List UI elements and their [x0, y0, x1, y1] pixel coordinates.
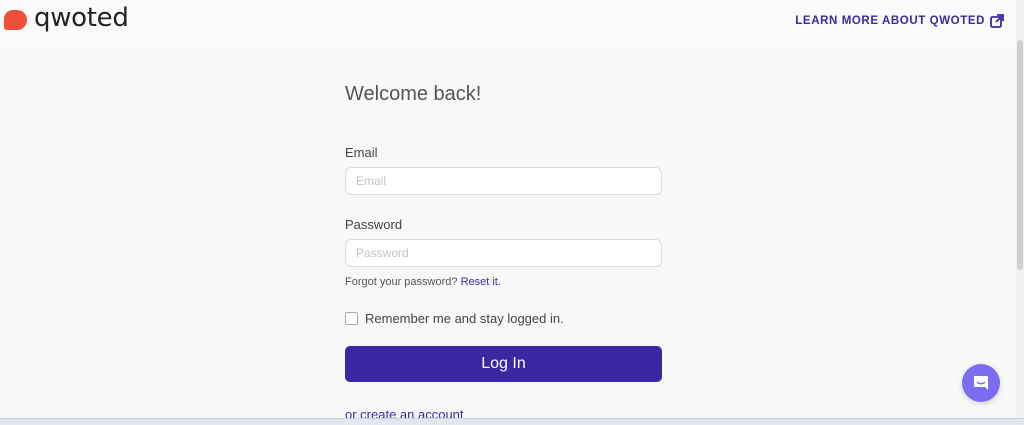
login-button[interactable]: Log In [345, 346, 662, 382]
login-form: Welcome back! Email Password Forgot your… [345, 80, 662, 422]
email-label: Email [345, 145, 378, 160]
logo-text: qwoted [34, 3, 129, 33]
forgot-text: Forgot your password? [345, 276, 458, 288]
learn-more-label: LEARN MORE ABOUT QWOTED [795, 15, 985, 27]
remember-me-label: Remember me and stay logged in. [365, 311, 564, 326]
learn-more-link[interactable]: LEARN MORE ABOUT QWOTED [795, 14, 1004, 28]
remember-me-checkbox[interactable] [345, 312, 358, 325]
scrollbar-thumb[interactable] [1017, 40, 1023, 270]
scrollbar[interactable] [1016, 0, 1024, 425]
password-field[interactable] [345, 239, 662, 267]
page-title: Welcome back! [345, 83, 482, 105]
password-label: Password [345, 217, 403, 232]
header: qwoted LEARN MORE ABOUT QWOTED [0, 0, 1024, 50]
remember-me[interactable]: Remember me and stay logged in. [345, 311, 564, 326]
reset-password-link[interactable]: Reset it. [461, 276, 501, 288]
logo-mark-icon [4, 10, 27, 30]
external-link-icon [990, 14, 1004, 28]
bottom-bar [0, 418, 1024, 425]
email-field[interactable] [345, 167, 662, 195]
chat-button[interactable] [962, 364, 1000, 402]
logo[interactable]: qwoted [4, 4, 129, 32]
chat-bubble-icon [974, 376, 988, 390]
forgot-password: Forgot your password? Reset it. [345, 276, 501, 288]
